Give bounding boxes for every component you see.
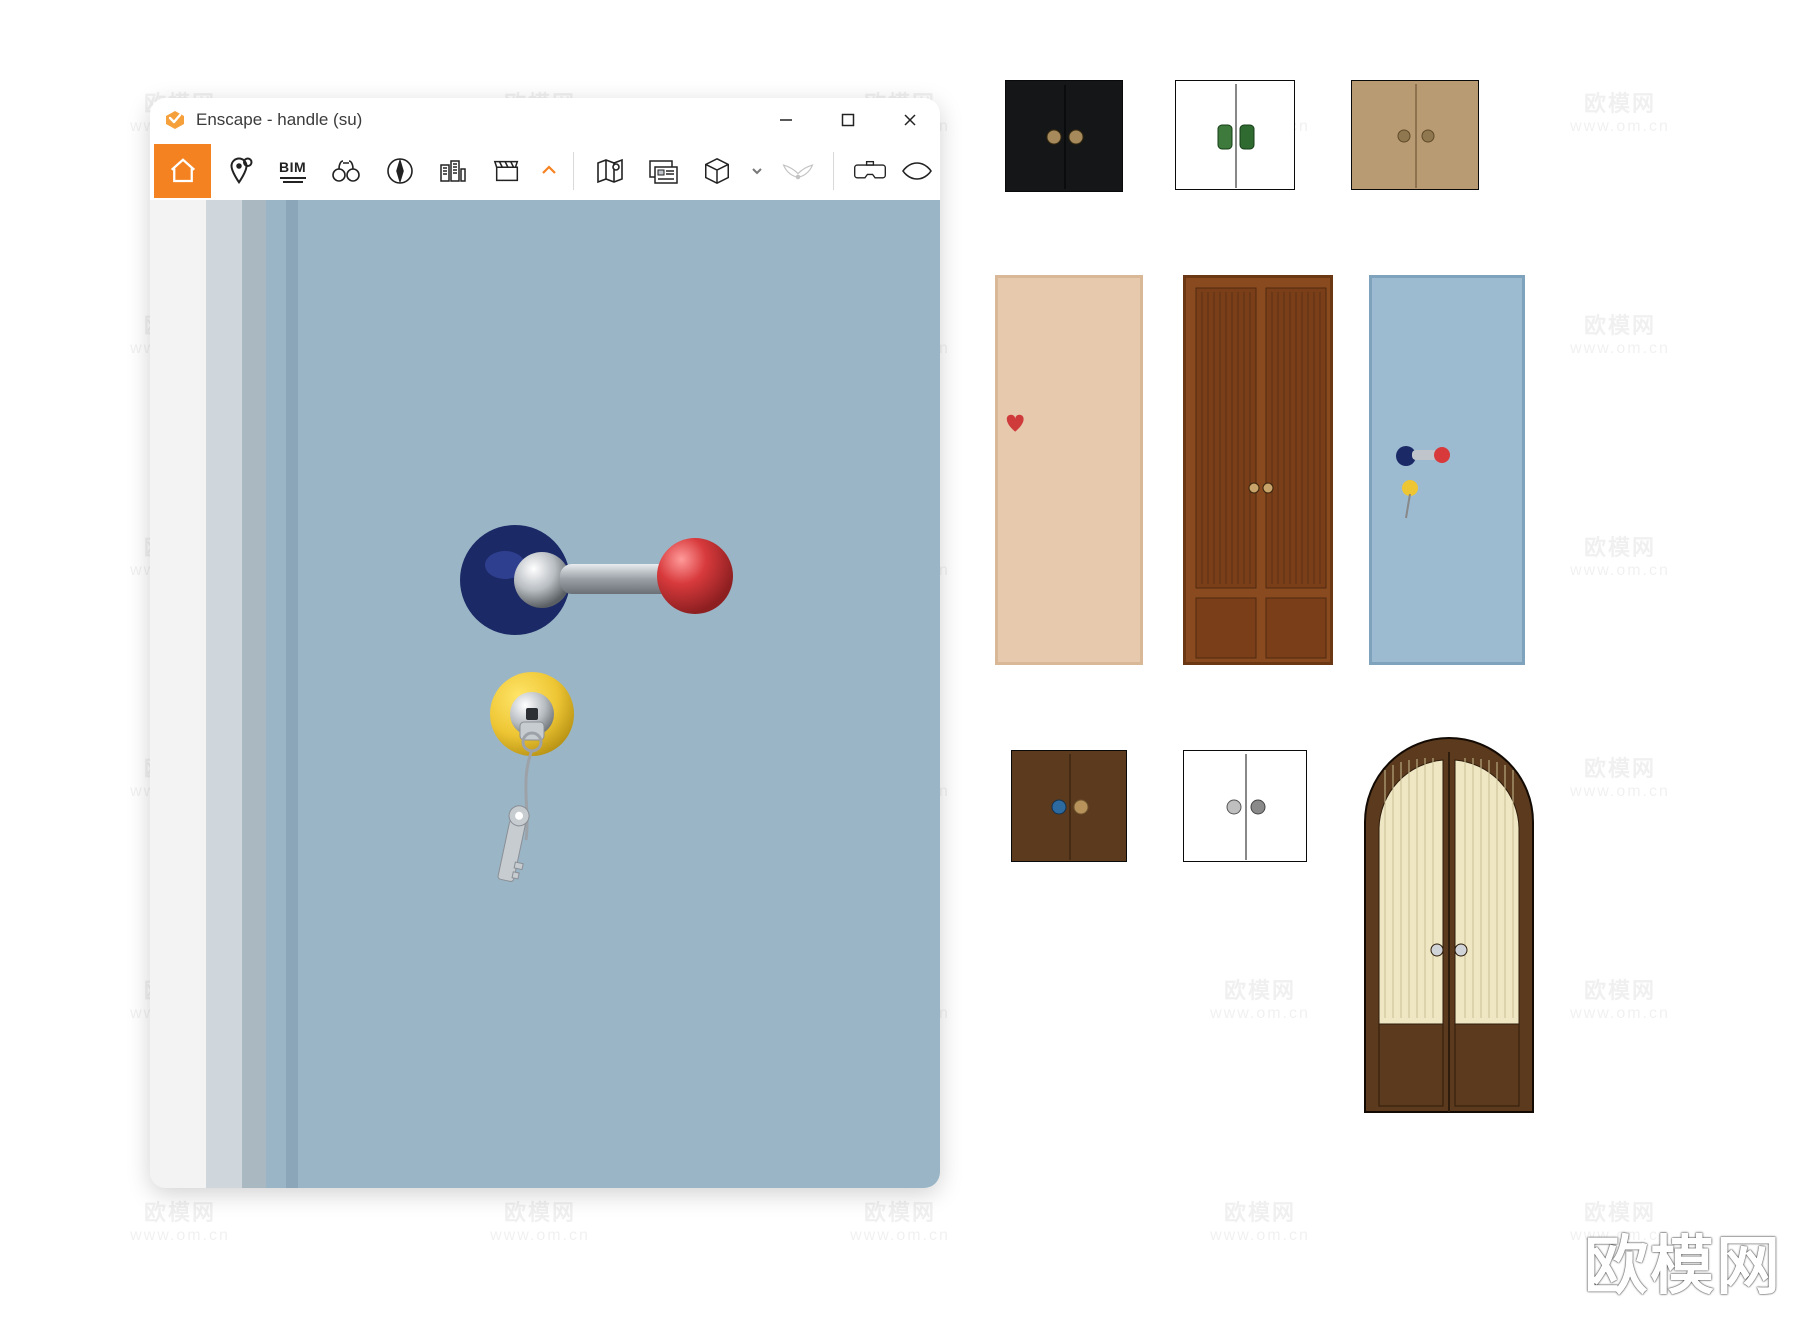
enscape-window: Enscape - handle (su): [150, 98, 940, 1188]
buildings-button[interactable]: [428, 144, 480, 198]
thumb-cabinet-white2[interactable]: [1183, 750, 1307, 862]
map-button[interactable]: [584, 144, 636, 198]
titlebar: Enscape - handle (su): [150, 98, 940, 142]
wall-strip: [150, 200, 206, 1188]
vr-headset-button[interactable]: [844, 144, 896, 198]
close-button[interactable]: [892, 102, 928, 138]
window-title: Enscape - handle (su): [196, 110, 362, 130]
cube-dropdown-icon[interactable]: [745, 144, 770, 198]
clapperboard-button[interactable]: [481, 144, 533, 198]
minimize-button[interactable]: [768, 102, 804, 138]
image-manager-button[interactable]: [638, 144, 690, 198]
toolbar-separator: [833, 152, 834, 190]
bim-button[interactable]: BIM: [267, 144, 319, 198]
door-handle: [450, 500, 750, 675]
thumb-door-arched[interactable]: [1357, 710, 1541, 1120]
enscape-logo-icon: [164, 109, 186, 131]
keyhole-with-key: [480, 670, 640, 915]
thumb-door-wood-double[interactable]: [1183, 275, 1333, 665]
brand-logo-text: 欧模网: [1584, 1215, 1782, 1307]
toolbar-separator: [573, 152, 574, 190]
thumb-door-blue[interactable]: [1369, 275, 1525, 665]
maximize-button[interactable]: [830, 102, 866, 138]
binoculars-button[interactable]: [320, 144, 372, 198]
eye-button[interactable]: [898, 144, 936, 198]
wall-strip: [206, 200, 242, 1188]
home-button[interactable]: [154, 144, 211, 198]
toolbar: BIM: [150, 142, 940, 200]
map-pin-button[interactable]: [213, 144, 265, 198]
thumb-cabinet-darkwood[interactable]: [1011, 750, 1127, 862]
compass-button[interactable]: [374, 144, 426, 198]
door-edge: [286, 200, 298, 1188]
bim-label: BIM: [279, 159, 306, 175]
thumb-door-peach[interactable]: [995, 275, 1143, 665]
wings-button[interactable]: [772, 144, 824, 198]
thumb-cabinet-tan[interactable]: [1351, 80, 1479, 190]
cube-button[interactable]: [691, 144, 743, 198]
render-viewport[interactable]: [150, 200, 940, 1188]
thumb-cabinet-white[interactable]: [1175, 80, 1295, 190]
thumb-cabinet-black[interactable]: [1005, 80, 1123, 192]
chevron-down-button[interactable]: [535, 144, 564, 198]
door-frame: [242, 200, 266, 1188]
